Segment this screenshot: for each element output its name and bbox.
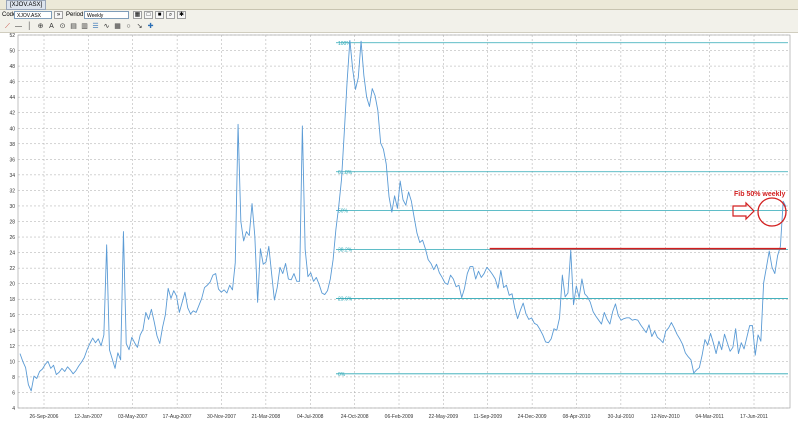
period-label: Period <box>66 12 84 18</box>
horizontal-line-icon[interactable]: — <box>14 22 23 31</box>
x-tick-label: 22-May-2009 <box>429 414 459 420</box>
y-tick-label: 18 <box>9 297 15 303</box>
indicator-icon[interactable]: ∿ <box>102 22 111 31</box>
fib-level-label: 38.2% <box>338 247 353 253</box>
circle-icon[interactable]: ○ <box>124 22 133 31</box>
x-tick-label: 04-Jul-2008 <box>297 414 324 420</box>
y-tick-label: 50 <box>9 49 15 55</box>
candles-icon[interactable]: ▥ <box>80 22 89 31</box>
title-bar: [XJOV.ASX] <box>0 0 798 10</box>
window-title: [XJOV.ASX] <box>6 0 47 10</box>
text-icon[interactable]: A <box>47 22 56 31</box>
x-tick-label: 06-Feb-2009 <box>385 414 414 420</box>
cross-icon[interactable]: ✚ <box>146 22 155 31</box>
x-tick-label: 26-Sep-2006 <box>30 414 59 420</box>
arrow-icon[interactable]: ↘ <box>135 22 144 31</box>
chart-type-icon[interactable]: ▤ <box>69 22 78 31</box>
code-input[interactable]: XJOV.ASX <box>14 11 52 19</box>
y-tick-label: 28 <box>9 220 15 226</box>
x-tick-label: 30-Jul-2010 <box>608 414 635 420</box>
y-tick-label: 32 <box>9 188 15 194</box>
new-icon[interactable]: □ <box>144 11 153 19</box>
zoom-icon[interactable]: ⊙ <box>58 22 67 31</box>
settings-icon[interactable]: ✱ <box>177 11 186 19</box>
x-tick-label: 17-Aug-2007 <box>163 414 192 420</box>
color-icon[interactable]: ■ <box>155 11 164 19</box>
y-tick-label: 30 <box>9 204 15 210</box>
vertical-line-icon[interactable]: │ <box>25 22 34 31</box>
y-tick-label: 48 <box>9 64 15 70</box>
y-tick-label: 24 <box>9 251 15 257</box>
y-tick-label: 36 <box>9 157 15 163</box>
y-tick-label: 44 <box>9 95 15 101</box>
x-tick-label: 30-Nov-2007 <box>207 414 236 420</box>
y-tick-label: 16 <box>9 313 15 319</box>
fib-level-label: 50% <box>338 209 349 215</box>
y-tick-label: 20 <box>9 282 15 288</box>
x-tick-label: 03-May-2007 <box>118 414 148 420</box>
code-go-button[interactable]: » <box>54 11 63 19</box>
x-tick-label: 21-Mar-2008 <box>252 414 281 420</box>
chart-icon[interactable]: ▦ <box>133 11 142 19</box>
y-tick-label: 8 <box>12 375 15 381</box>
x-tick-label: 11-Sep-2009 <box>473 414 502 420</box>
price-chart[interactable]: 4681012141618202224262830323436384042444… <box>0 32 798 439</box>
y-tick-label: 10 <box>9 359 15 365</box>
y-tick-label: 46 <box>9 80 15 86</box>
x-tick-label: 24-Oct-2008 <box>341 414 369 420</box>
x-tick-label: 04-Mar-2011 <box>695 414 723 420</box>
x-tick-label: 24-Dec-2009 <box>518 414 547 420</box>
fib-level-label: 61.8% <box>338 170 353 176</box>
x-axis-ticks: 26-Sep-2006 12-Jan-2007 03-May-2007 17-Aug-… <box>30 414 769 420</box>
y-tick-label: 38 <box>9 142 15 148</box>
y-axis-ticks: 4681012141618202224262830323436384042444… <box>9 33 15 412</box>
x-tick-label: 17-Jun-2011 <box>740 414 768 420</box>
y-tick-label: 34 <box>9 173 15 179</box>
y-tick-label: 12 <box>9 344 15 350</box>
red-trendline-icon[interactable]: ⟋ <box>3 22 12 31</box>
fib-level-label: 23.6% <box>338 296 353 302</box>
fib-icon[interactable]: ☰ <box>91 22 100 31</box>
x-tick-label: 12-Nov-2010 <box>651 414 680 420</box>
y-tick-label: 26 <box>9 235 15 241</box>
x-tick-label: 08-Apr-2010 <box>563 414 591 420</box>
y-tick-label: 42 <box>9 111 15 117</box>
y-tick-label: 6 <box>12 390 15 396</box>
fib-level-label: 0% <box>338 372 346 378</box>
grid-icon[interactable]: ▦ <box>113 22 122 31</box>
y-tick-label: 52 <box>9 33 15 39</box>
search-icon[interactable]: ⌕ <box>166 11 175 19</box>
y-tick-label: 14 <box>9 328 15 334</box>
y-tick-label: 4 <box>12 406 15 412</box>
y-tick-label: 40 <box>9 126 15 132</box>
period-select[interactable]: Weekly <box>84 11 129 19</box>
x-tick-label: 12-Jan-2007 <box>74 414 102 420</box>
crosshair-icon[interactable]: ⊕ <box>36 22 45 31</box>
fib-annotation-label: Fib 50% weekly <box>734 191 785 198</box>
y-tick-label: 22 <box>9 266 15 272</box>
